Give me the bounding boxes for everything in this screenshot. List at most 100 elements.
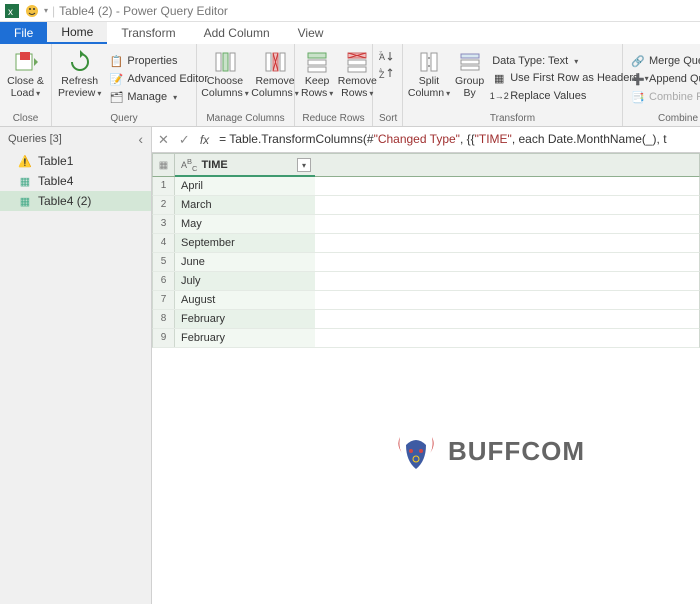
- append-queries-button[interactable]: ➕ Append Queries: [629, 71, 700, 87]
- query-item-table4[interactable]: ▦ Table4: [0, 171, 151, 191]
- cell[interactable]: July: [175, 272, 315, 290]
- row-header[interactable]: 2: [153, 196, 175, 214]
- group-cols-label: Manage Columns: [203, 112, 288, 126]
- manage-button[interactable]: 🗂 Manage: [107, 89, 210, 105]
- row-header[interactable]: 5: [153, 253, 175, 271]
- window-title: Table4 (2) - Power Query Editor: [59, 4, 228, 18]
- query-item-table1[interactable]: ⚠️ Table1: [0, 151, 151, 171]
- row-header[interactable]: 8: [153, 310, 175, 328]
- keep-rows-icon: [303, 48, 331, 76]
- queries-sidebar: Queries [3] ‹ ⚠️ Table1 ▦ Table4 ▦ Table…: [0, 127, 152, 604]
- table-row[interactable]: 2March: [152, 196, 700, 215]
- sort-asc-button[interactable]: AZ: [379, 50, 396, 65]
- cell[interactable]: March: [175, 196, 315, 214]
- groupby-icon: [456, 48, 484, 76]
- tab-transform[interactable]: Transform: [107, 22, 189, 44]
- row-header[interactable]: 6: [153, 272, 175, 290]
- append-icon: ➕: [631, 72, 645, 86]
- title-bar: x ▾ | Table4 (2) - Power Query Editor: [0, 0, 700, 22]
- first-row-label: Use First Row as Headers: [510, 72, 638, 84]
- choose-columns-label: Choose Columns: [201, 76, 248, 99]
- query-item-label: Table4: [38, 174, 73, 188]
- qat-dropdown-icon[interactable]: ▾: [44, 6, 48, 15]
- merge-label: Merge Queries: [649, 55, 700, 67]
- remove-rows-button[interactable]: Remove Rows: [339, 46, 375, 112]
- cell[interactable]: June: [175, 253, 315, 271]
- tab-home[interactable]: Home: [47, 22, 107, 44]
- tab-add-column[interactable]: Add Column: [190, 22, 284, 44]
- data-type-label: Data Type: Text: [492, 55, 568, 67]
- table-row[interactable]: 6July: [152, 272, 700, 291]
- formula-cancel-button[interactable]: ✕: [158, 132, 169, 148]
- column-filter-button[interactable]: ▾: [297, 158, 311, 172]
- combine-files-button: 📑 Combine Files: [629, 89, 700, 105]
- smiley-icon: [24, 3, 40, 19]
- cell[interactable]: February: [175, 310, 315, 328]
- separator: |: [52, 4, 55, 18]
- row-header[interactable]: 1: [153, 177, 175, 195]
- cell[interactable]: September: [175, 234, 315, 252]
- table-icon: ▦: [18, 194, 32, 208]
- manage-icon: 🗂: [109, 90, 123, 104]
- ribbon: Close & Load Close Refresh Preview 📋 Pro…: [0, 44, 700, 127]
- refresh-icon: [66, 48, 94, 76]
- cell[interactable]: August: [175, 291, 315, 309]
- cell[interactable]: April: [175, 177, 315, 195]
- remove-columns-button[interactable]: Remove Columns: [253, 46, 297, 112]
- properties-button[interactable]: 📋 Properties: [107, 53, 210, 69]
- column-header-time[interactable]: ABC TIME ▾: [175, 154, 315, 176]
- replace-icon: 1→2: [492, 89, 506, 103]
- table-row[interactable]: 9February: [152, 329, 700, 348]
- formula-text[interactable]: = Table.TransformColumns(#"Changed Type"…: [219, 132, 694, 147]
- cell[interactable]: February: [175, 329, 315, 347]
- row-header[interactable]: 7: [153, 291, 175, 309]
- group-by-button[interactable]: Group By: [455, 46, 484, 112]
- row-header[interactable]: 3: [153, 215, 175, 233]
- close-and-load-button[interactable]: Close & Load: [6, 46, 45, 112]
- content-area: Queries [3] ‹ ⚠️ Table1 ▦ Table4 ▦ Table…: [0, 127, 700, 604]
- table-row[interactable]: 5June: [152, 253, 700, 272]
- group-combine: 🔗 Merge Queries ➕ Append Queries 📑 Combi…: [623, 44, 700, 126]
- main-pane: ✕ ✓ fx = Table.TransformColumns(#"Change…: [152, 127, 700, 604]
- svg-text:x: x: [8, 7, 13, 18]
- query-item-label: Table4 (2): [38, 194, 91, 208]
- query-item-table4-2[interactable]: ▦ Table4 (2): [0, 191, 151, 211]
- sort-desc-button[interactable]: AZ: [379, 67, 396, 82]
- merge-queries-button[interactable]: 🔗 Merge Queries: [629, 53, 700, 69]
- advanced-editor-button[interactable]: 📝 Advanced Editor: [107, 71, 210, 87]
- table-row[interactable]: 7August: [152, 291, 700, 310]
- warning-icon: ⚠️: [18, 154, 32, 168]
- keep-rows-label: Keep Rows: [301, 76, 333, 99]
- table-row[interactable]: 3May: [152, 215, 700, 234]
- keep-rows-button[interactable]: Keep Rows: [301, 46, 333, 112]
- manage-label: Manage: [127, 91, 167, 103]
- advanced-label: Advanced Editor: [127, 73, 208, 85]
- ribbon-tabs: File Home Transform Add Column View: [0, 22, 700, 44]
- select-all-corner[interactable]: ▦: [153, 154, 175, 176]
- refresh-label: Refresh Preview: [58, 76, 101, 99]
- close-load-icon: [12, 48, 40, 76]
- watermark: BUFFCOM: [392, 427, 585, 475]
- group-close-label: Close: [6, 112, 45, 126]
- refresh-preview-button[interactable]: Refresh Preview: [58, 46, 101, 112]
- remove-columns-icon: [261, 48, 289, 76]
- row-header[interactable]: 9: [153, 329, 175, 347]
- group-close: Close & Load Close: [0, 44, 52, 126]
- close-load-label: Close & Load: [7, 76, 44, 99]
- group-manage-columns: Choose Columns Remove Columns Manage Col…: [197, 44, 295, 126]
- collapse-sidebar-button[interactable]: ‹: [138, 131, 143, 147]
- tab-view[interactable]: View: [284, 22, 338, 44]
- formula-bar: ✕ ✓ fx = Table.TransformColumns(#"Change…: [152, 127, 700, 153]
- formula-accept-button[interactable]: ✓: [179, 132, 190, 148]
- cell[interactable]: May: [175, 215, 315, 233]
- buffcom-logo-icon: [392, 427, 440, 475]
- table-row[interactable]: 8February: [152, 310, 700, 329]
- choose-columns-button[interactable]: Choose Columns: [203, 46, 247, 112]
- group-transform-label: Transform: [409, 112, 616, 126]
- row-header[interactable]: 4: [153, 234, 175, 252]
- table-row[interactable]: 4September: [152, 234, 700, 253]
- table-row[interactable]: 1April: [152, 177, 700, 196]
- split-column-button[interactable]: Split Column: [409, 46, 449, 112]
- tab-file[interactable]: File: [0, 22, 47, 44]
- excel-icon: x: [4, 3, 20, 19]
